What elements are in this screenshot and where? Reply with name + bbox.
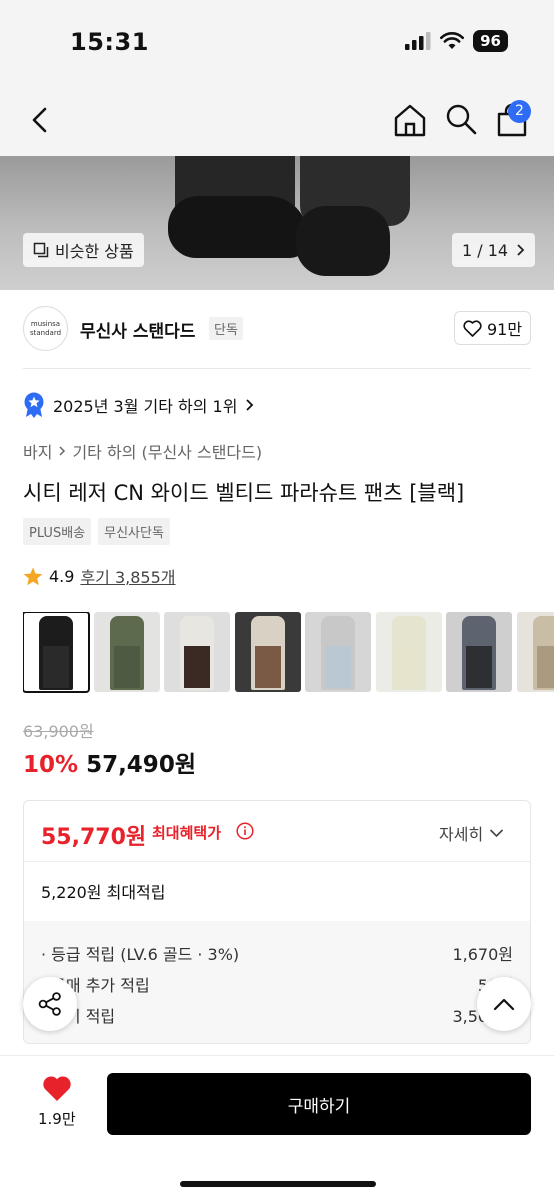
chevron-right-icon (517, 244, 525, 256)
price-row: 10% 57,490원 (23, 745, 196, 779)
breadcrumb: 바지 기타 하의 (무신사 스탠다드) (23, 439, 262, 463)
thumbnail-model-pants (325, 646, 351, 688)
similar-products-button[interactable]: 비슷한 상품 (23, 233, 144, 267)
ranking-row[interactable]: 2025년 3월 기타 하의 1위 (23, 392, 254, 418)
product-like-count: 1.9만 (38, 1110, 76, 1128)
wifi-icon (440, 32, 465, 49)
thumbnail-model-pants (536, 646, 554, 688)
image-shoe-left (168, 196, 308, 258)
chevron-down-icon (490, 829, 504, 838)
home-indicator (180, 1181, 376, 1187)
points-row: · 등급 적립 (LV.6 골드 · 3%) 1,670원 (41, 941, 513, 965)
page-counter-text: 1 / 14 (462, 240, 509, 260)
chevron-right-icon (59, 446, 66, 456)
sale-price: 57,490원 (86, 752, 196, 778)
status-time: 15:31 (70, 28, 149, 56)
thumbnail-model-pants (466, 646, 492, 688)
image-shoe-right (296, 206, 390, 276)
max-benefit-price: 55,770원 (41, 825, 147, 850)
copy-icon (33, 242, 49, 258)
thumbnail-model-pants (254, 646, 281, 688)
cart-count-badge: 2 (508, 100, 531, 123)
color-thumbnail[interactable] (375, 612, 442, 692)
rating-value: 4.9 (49, 566, 75, 586)
divider (24, 861, 530, 862)
points-row: · 구매 추가 적립 50원 (41, 972, 513, 996)
discount-rate: 10% (23, 752, 79, 778)
detail-toggle[interactable]: 자세히 (439, 821, 504, 845)
points-row-value: 1,670원 (452, 945, 513, 964)
brand-logo[interactable]: musinsa standard (23, 306, 68, 351)
brand-logo-line2: standard (29, 328, 62, 337)
tag-plus-delivery: PLUS배송 (23, 518, 92, 545)
color-thumbnail[interactable] (23, 612, 90, 693)
color-thumbnail[interactable] (93, 612, 160, 692)
home-icon[interactable] (392, 102, 428, 138)
review-count-link[interactable]: 후기 3,855개 (80, 564, 175, 588)
battery-indicator: 96 (473, 30, 508, 52)
detail-label: 자세히 (439, 825, 484, 844)
brand-exclusive-tag: 단독 (209, 317, 243, 340)
ranking-badge-icon (24, 392, 44, 418)
color-thumbnail[interactable] (446, 612, 512, 692)
color-thumbnail[interactable] (164, 612, 230, 692)
points-row-label: · 등급 적립 (LV.6 골드 · 3%) (41, 945, 240, 964)
search-icon[interactable] (444, 102, 478, 136)
star-icon (23, 567, 43, 585)
product-image[interactable] (0, 156, 554, 290)
signal-icon (405, 32, 431, 50)
info-icon[interactable] (236, 822, 254, 840)
brand-name[interactable]: 무신사 스탠다드 (80, 317, 195, 342)
top-area: 15:31 96 2 (0, 0, 554, 156)
brand-logo-line1: musinsa (30, 319, 61, 328)
max-points: 5,220원 최대적립 (41, 883, 166, 902)
product-title: 시티 레저 CN 와이드 벨티드 파라슈트 팬츠 [블랙] (23, 481, 465, 505)
breadcrumb-level2[interactable]: 기타 하의 (무신사 스탠다드) (72, 439, 262, 463)
max-benefit-label: 최대혜택가 (152, 824, 222, 842)
tag-exclusive: 무신사단독 (98, 518, 170, 545)
thumbnail-model-pants (184, 646, 210, 688)
scroll-top-button[interactable] (477, 977, 531, 1031)
original-price: 63,900원 (23, 722, 94, 741)
heart-outline-icon (463, 319, 482, 337)
status-icons: 96 (405, 30, 508, 52)
chevron-right-icon (246, 399, 254, 411)
divider (23, 368, 531, 369)
back-icon[interactable] (24, 104, 56, 136)
thumbnail-model-pants (43, 646, 69, 688)
points-row: · 후기 적립 3,500원 (41, 1003, 513, 1027)
buy-button[interactable]: 구매하기 (107, 1073, 531, 1135)
color-thumbnails (23, 612, 554, 694)
thumbnail-model-pants (395, 646, 422, 688)
color-thumbnail[interactable] (305, 612, 371, 692)
brand-like-count: 91만 (486, 320, 523, 339)
heart-filled-icon[interactable] (42, 1074, 72, 1102)
color-thumbnail[interactable] (234, 612, 301, 692)
thumbnail-model-pants (113, 646, 140, 688)
rating-row: 4.9 후기 3,855개 (23, 564, 176, 588)
chevron-up-icon (493, 998, 515, 1011)
color-thumbnail[interactable] (516, 612, 554, 692)
ranking-text: 2025년 3월 기타 하의 1위 (53, 397, 238, 416)
benefit-card: 55,770원 최대혜택가 자세히 5,220원 최대적립 · 등급 적립 (L… (23, 800, 531, 1044)
brand-like-button[interactable]: 91만 (454, 311, 531, 345)
product-tags: PLUS배송 무신사단독 (23, 518, 170, 545)
similar-products-label: 비슷한 상품 (55, 242, 134, 261)
breadcrumb-level1[interactable]: 바지 (23, 439, 52, 463)
share-icon (38, 992, 61, 1016)
image-page-counter[interactable]: 1 / 14 (452, 233, 536, 267)
share-button[interactable] (23, 977, 77, 1031)
